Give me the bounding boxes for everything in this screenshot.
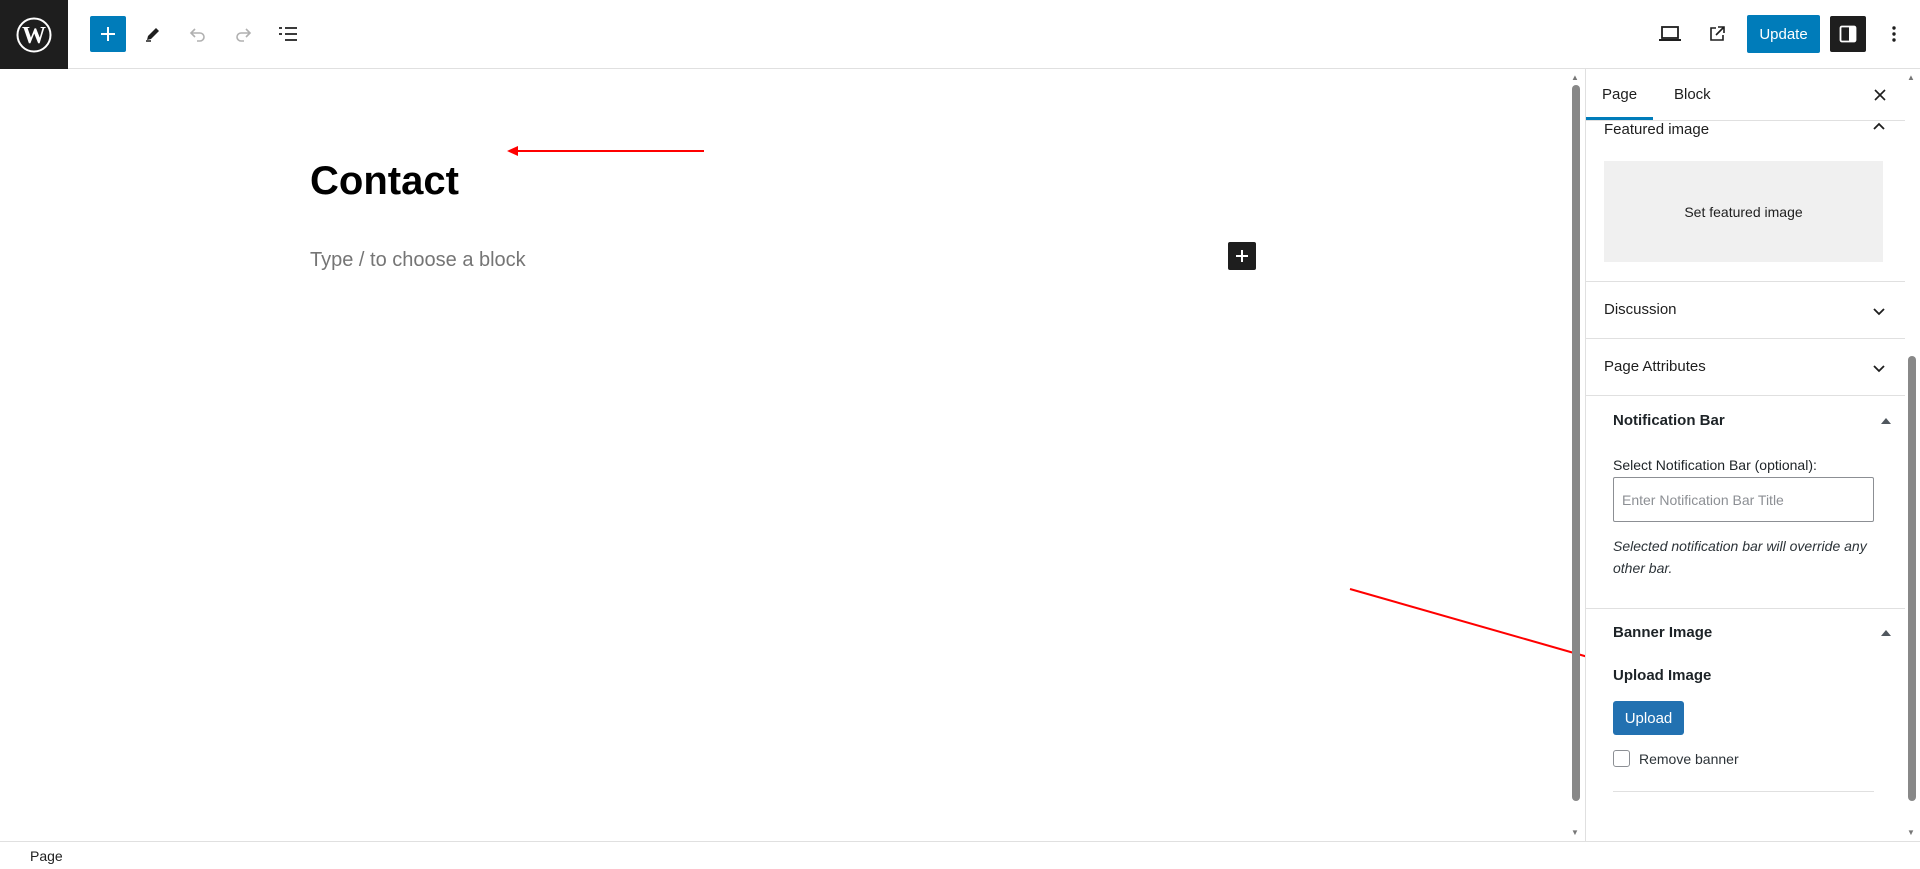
undo-button[interactable] <box>180 16 216 52</box>
tab-page[interactable]: Page <box>1586 69 1653 120</box>
options-menu-button[interactable] <box>1876 16 1912 52</box>
document-overview-button[interactable] <box>270 16 306 52</box>
inline-add-block-button[interactable] <box>1228 242 1256 270</box>
chevron-down-icon[interactable] <box>1871 360 1887 376</box>
sidebar-scrollbar[interactable]: ▲ ▼ <box>1906 73 1916 838</box>
settings-sidebar: Page Block Featured image Set featured i… <box>1585 69 1905 841</box>
panel-divider <box>1586 281 1905 282</box>
list-view-icon <box>279 27 297 41</box>
add-block-button[interactable] <box>90 16 126 52</box>
scroll-down-arrow-icon[interactable]: ▼ <box>1907 828 1915 838</box>
notification-bar-heading[interactable]: Notification Bar <box>1613 412 1725 429</box>
notification-bar-field-label: Select Notification Bar (optional): <box>1613 457 1817 473</box>
wordpress-logo-icon: W <box>16 17 52 52</box>
collapse-triangle-icon[interactable] <box>1881 418 1891 424</box>
page-attributes-heading[interactable]: Page Attributes <box>1604 358 1706 375</box>
external-link-icon <box>1710 26 1725 41</box>
view-button[interactable] <box>1652 16 1688 52</box>
chevron-up-icon[interactable] <box>1871 119 1887 135</box>
scroll-up-arrow-icon[interactable]: ▲ <box>1571 73 1579 83</box>
collapse-triangle-icon[interactable] <box>1881 630 1891 636</box>
panel-divider <box>1586 395 1905 396</box>
block-appender[interactable]: Type / to choose a block <box>310 249 526 272</box>
redo-button[interactable] <box>225 16 261 52</box>
close-settings-button[interactable] <box>1868 83 1892 107</box>
plus-icon <box>101 27 115 41</box>
editor-toolbar: W Update <box>0 0 1920 69</box>
redo-icon <box>236 28 252 42</box>
update-button[interactable]: Update <box>1747 15 1820 53</box>
pencil-icon <box>146 28 159 42</box>
view-page-button[interactable] <box>1699 16 1735 52</box>
sidebar-tabs: Page Block <box>1586 69 1905 121</box>
post-title[interactable]: Contact <box>310 159 459 204</box>
banner-image-heading[interactable]: Banner Image <box>1613 624 1712 641</box>
upload-image-label: Upload Image <box>1613 667 1712 684</box>
notification-bar-description: Selected notification bar will override … <box>1613 538 1867 576</box>
chevron-down-icon[interactable] <box>1871 303 1887 319</box>
sidebar-icon <box>1839 25 1857 43</box>
discussion-heading[interactable]: Discussion <box>1604 301 1677 318</box>
remove-banner-row[interactable]: Remove banner <box>1613 750 1739 767</box>
breadcrumb[interactable]: Page <box>30 848 63 864</box>
notification-bar-input[interactable] <box>1613 477 1874 522</box>
scroll-up-arrow-icon[interactable]: ▲ <box>1907 73 1915 83</box>
plus-icon <box>1236 250 1248 262</box>
close-icon <box>1874 89 1886 101</box>
set-featured-image-button[interactable]: Set featured image <box>1604 161 1883 262</box>
upload-button[interactable]: Upload <box>1613 701 1684 735</box>
meta-box-end-divider <box>1613 791 1874 792</box>
tab-block[interactable]: Block <box>1658 69 1727 120</box>
sidebar-scrollbar-thumb[interactable] <box>1908 356 1916 801</box>
settings-toggle-button[interactable] <box>1830 16 1866 52</box>
featured-image-heading[interactable]: Featured image <box>1604 121 1709 138</box>
undo-icon <box>189 28 205 42</box>
panel-divider <box>1586 338 1905 339</box>
editor-footer: Page <box>0 841 1920 869</box>
canvas-scrollbar-thumb[interactable] <box>1572 85 1580 801</box>
panel-divider <box>1586 608 1905 609</box>
scroll-down-arrow-icon[interactable]: ▼ <box>1571 828 1579 838</box>
desktop-view-icon <box>1659 26 1681 41</box>
canvas-scrollbar[interactable]: ▲ ▼ <box>1570 73 1580 838</box>
tools-button[interactable] <box>135 16 171 52</box>
wordpress-logo-button[interactable]: W <box>0 0 68 69</box>
svg-text:W: W <box>22 23 46 49</box>
remove-banner-checkbox[interactable] <box>1613 750 1630 767</box>
remove-banner-label[interactable]: Remove banner <box>1639 751 1739 767</box>
editor-canvas[interactable]: Contact Type / to choose a block <box>0 69 1570 841</box>
more-vertical-icon <box>1892 26 1896 42</box>
